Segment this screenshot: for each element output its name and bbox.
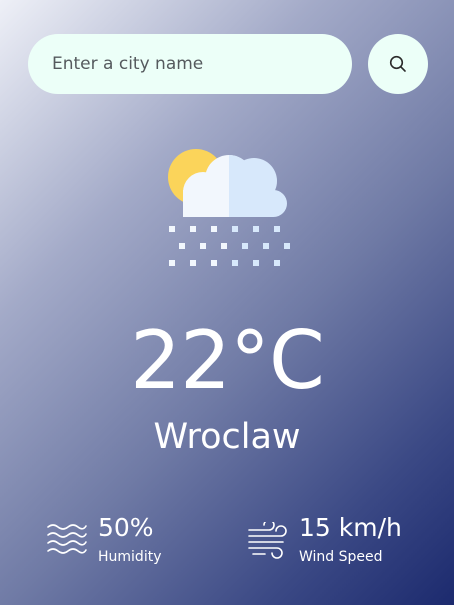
- snow-flakes: [169, 226, 290, 266]
- humidity-waves-icon: [47, 524, 87, 554]
- sun-cloud-snow-icon: [168, 149, 290, 266]
- humidity-label: Humidity: [98, 549, 162, 565]
- weather-card: 22°C Wroclaw 50% Humidity: [0, 0, 454, 605]
- humidity-value: 50%: [98, 513, 154, 542]
- wind-speed-label: Wind Speed: [299, 549, 383, 565]
- city-name: Wroclaw: [153, 417, 301, 457]
- wind-detail: 15 km/h Wind Speed: [247, 510, 402, 568]
- temperature: 22°C: [130, 314, 325, 407]
- humidity-detail: 50% Humidity: [46, 510, 161, 568]
- wind-icon: [248, 522, 287, 559]
- search-button[interactable]: [368, 34, 428, 94]
- search-icon: [389, 55, 406, 72]
- search-bar: [28, 34, 428, 94]
- wind-speed-value: 15 km/h: [299, 513, 402, 542]
- city-search-input[interactable]: [28, 34, 352, 94]
